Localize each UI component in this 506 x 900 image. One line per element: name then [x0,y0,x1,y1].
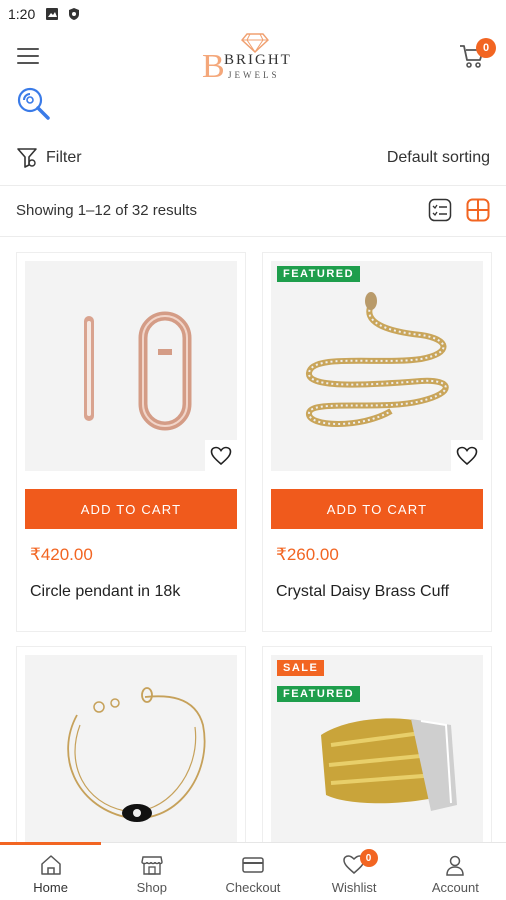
home-icon [40,855,61,875]
logo-text-top: BRIGHT [224,52,292,68]
product-price: ₹260.00 [276,545,339,564]
filter-label: Filter [46,149,82,166]
menu-button[interactable] [17,48,39,66]
view-toggle [428,198,490,222]
nav-home[interactable]: Home [0,843,101,900]
results-count: Showing 1–12 of 32 results [16,201,197,219]
status-bar: 1:20 [0,0,506,28]
product-name[interactable]: Circle pendant in 18k [30,583,180,601]
heart-icon [456,446,478,466]
search-button[interactable] [14,84,54,124]
sale-badge: SALE [277,660,325,676]
logo-text-bottom: JEWELS [228,70,280,80]
wishlist-count-badge: 0 [359,849,378,867]
bracelet-image [25,655,237,865]
list-view-button[interactable] [428,198,452,222]
filter-icon [17,148,37,168]
product-card[interactable]: SALE FEATURED [262,646,492,865]
active-tab-indicator [0,842,101,845]
nav-shop-label: Shop [136,880,167,895]
product-name[interactable]: Crystal Daisy Brass Cuff [276,583,449,601]
nav-checkout[interactable]: Checkout [202,843,303,900]
product-image[interactable] [25,655,237,865]
product-card[interactable]: ADD TO CART ₹420.00 Circle pendant in 18… [16,252,246,632]
results-row: Showing 1–12 of 32 results [0,190,506,230]
list-view-icon [428,198,452,222]
grid-view-icon [466,198,490,222]
featured-badge: FEATURED [277,266,361,282]
filter-button[interactable]: Filter [16,146,82,170]
product-price: ₹420.00 [30,545,93,564]
nav-wishlist[interactable]: 0 Wishlist [304,843,405,900]
logo-initial: B [202,48,225,85]
search-icon [17,87,50,120]
divider [0,236,506,237]
bottom-navigation: Home Shop Checkout 0 Wishlist Account [0,842,506,900]
cart-count-badge: 0 [476,38,496,58]
checkout-icon [242,857,264,873]
product-card[interactable]: FEATURED ADD TO CART ₹260.00 Crystal Dai… [262,252,492,632]
divider [0,185,506,186]
filter-sort-row: Filter Default sorting [0,138,506,178]
brand-logo[interactable]: B BRIGHT JEWELS [200,30,310,86]
sorting-select[interactable]: Default sorting [387,149,490,167]
wishlist-button[interactable] [451,440,483,472]
grid-view-button[interactable] [466,198,490,222]
shield-icon [69,8,80,20]
nav-wishlist-label: Wishlist [331,880,377,895]
add-to-cart-button[interactable]: ADD TO CART [25,489,237,529]
add-to-cart-button[interactable]: ADD TO CART [271,489,483,529]
nav-shop[interactable]: Shop [101,843,202,900]
app-header: B BRIGHT JEWELS 0 [0,28,506,88]
status-time: 1:20 [8,6,36,22]
nav-checkout-label: Checkout [225,880,281,895]
heart-icon [210,446,232,466]
shop-icon [141,856,163,875]
nav-account-label: Account [431,880,479,895]
product-card[interactable] [16,646,246,865]
image-icon [46,8,59,20]
wishlist-button[interactable] [205,440,237,472]
nav-account[interactable]: Account [405,843,506,900]
account-icon [446,855,465,876]
nav-home-label: Home [33,880,68,895]
featured-badge: FEATURED [277,686,361,702]
